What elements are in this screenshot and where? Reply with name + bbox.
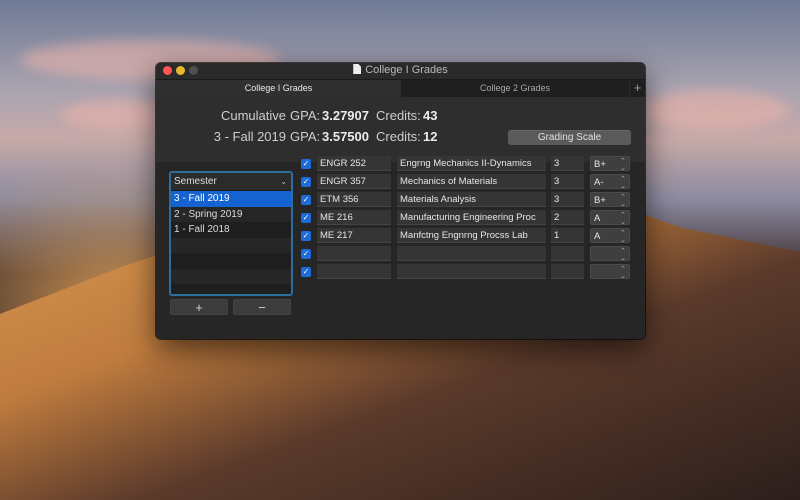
credits-label: Credits:	[376, 108, 421, 123]
course-code-field[interactable]: ME 216	[317, 210, 391, 225]
course-name-field[interactable]: Manufacturing Engineering Proc	[397, 210, 546, 225]
grade-value: A-	[594, 177, 604, 188]
course-checkbox[interactable]: ✓	[301, 212, 311, 223]
semester-label: 3 - Fall 2019	[213, 129, 286, 144]
gpa-label: GPA:	[290, 108, 321, 123]
course-checkbox[interactable]: ✓	[301, 230, 311, 241]
gpa-summary: Cumulative GPA: 3.27907 Credits: 43 3 - …	[156, 97, 645, 162]
document-icon	[353, 64, 362, 74]
empty-row	[171, 253, 291, 269]
title-bar[interactable]: College I Grades	[156, 63, 645, 79]
up-down-chevron-icon: ⌃ ⌄	[620, 176, 626, 190]
grade-select[interactable]: ⌃ ⌄	[590, 246, 630, 262]
credits-field[interactable]	[551, 264, 584, 279]
up-down-chevron-icon: ⌃ ⌄	[620, 248, 626, 262]
add-tab-button[interactable]: +	[629, 80, 645, 98]
course-code-field[interactable]: ENGR 357	[317, 174, 391, 189]
course-name-field[interactable]: Mechanics of Materials	[397, 174, 546, 189]
grade-select[interactable]: A ⌃ ⌄	[590, 228, 630, 244]
up-down-chevron-icon: ⌃ ⌄	[620, 158, 626, 172]
app-window: College I Grades College I Grades Colleg…	[156, 63, 645, 339]
grade-value: B+	[594, 159, 606, 170]
course-name-field[interactable]: Engrng Mechanics II-Dynamics	[397, 156, 546, 171]
tab-bar: College I Grades College 2 Grades +	[156, 79, 645, 98]
course-checkbox[interactable]: ✓	[301, 248, 311, 259]
grade-select[interactable]: B+ ⌃ ⌄	[590, 156, 630, 172]
grading-scale-button[interactable]: Grading Scale	[508, 130, 631, 145]
semester-gpa-value: 3.57500	[322, 129, 369, 144]
add-semester-button[interactable]: +	[170, 299, 228, 315]
up-down-chevron-icon: ⌃ ⌄	[620, 266, 626, 280]
up-down-chevron-icon: ⌃ ⌄	[620, 194, 626, 208]
course-checkbox[interactable]: ✓	[301, 176, 311, 187]
up-down-chevron-icon: ⌃ ⌄	[620, 230, 626, 244]
course-name-field[interactable]: Materials Analysis	[397, 192, 546, 207]
cumulative-label: Cumulative	[220, 108, 286, 123]
course-name-field[interactable]: Manfctng Engnrng Procss Lab	[397, 228, 546, 243]
semester-item[interactable]: 1 - Fall 2018	[171, 222, 291, 238]
grade-value: A	[594, 213, 601, 224]
semester-credits-value: 12	[423, 129, 438, 144]
cumulative-credits-value: 43	[423, 108, 438, 123]
grade-select[interactable]: B+ ⌃ ⌄	[590, 192, 630, 208]
credits-field[interactable]: 3	[551, 192, 584, 207]
empty-row	[171, 268, 291, 284]
course-editor: Semester ⌄ 3 - Fall 2019 2 - Spring 2019…	[156, 156, 645, 339]
wallpaper-cloud	[640, 90, 790, 130]
credits-field[interactable]: 3	[551, 174, 584, 189]
credits-field[interactable]: 1	[551, 228, 584, 243]
course-code-field[interactable]: ETM 356	[317, 192, 391, 207]
tab-college-1[interactable]: College I Grades	[156, 80, 401, 98]
course-checkbox[interactable]: ✓	[301, 158, 311, 169]
gpa-label: GPA:	[290, 129, 321, 144]
course-code-field[interactable]	[317, 246, 391, 261]
semester-item[interactable]: 2 - Spring 2019	[171, 206, 291, 222]
empty-row	[171, 237, 291, 253]
chevron-down-icon: ⌄	[280, 177, 287, 186]
grade-select[interactable]: A- ⌃ ⌄	[590, 174, 630, 190]
grade-select[interactable]: A ⌃ ⌄	[590, 210, 630, 226]
course-code-field[interactable]	[317, 264, 391, 279]
credits-field[interactable]: 2	[551, 210, 584, 225]
grade-value: B+	[594, 195, 606, 206]
course-checkbox[interactable]: ✓	[301, 266, 311, 277]
course-code-field[interactable]: ME 217	[317, 228, 391, 243]
window-title: College I Grades	[156, 64, 645, 76]
up-down-chevron-icon: ⌃ ⌄	[620, 212, 626, 226]
empty-row	[171, 284, 291, 294]
grade-select[interactable]: ⌃ ⌄	[590, 264, 630, 280]
credits-field[interactable]: 3	[551, 156, 584, 171]
course-checkbox[interactable]: ✓	[301, 194, 311, 205]
course-name-field[interactable]	[397, 246, 546, 261]
cumulative-gpa-value: 3.27907	[322, 108, 369, 123]
semester-header-label: Semester	[174, 176, 217, 187]
remove-semester-button[interactable]: −	[233, 299, 291, 315]
semester-item[interactable]: 3 - Fall 2019	[171, 191, 291, 207]
semester-list[interactable]: Semester ⌄ 3 - Fall 2019 2 - Spring 2019…	[169, 171, 293, 296]
semester-column-header[interactable]: Semester ⌄	[171, 173, 291, 191]
course-code-field[interactable]: ENGR 252	[317, 156, 391, 171]
window-title-text: College I Grades	[365, 64, 448, 76]
credits-label: Credits:	[376, 129, 421, 144]
credits-field[interactable]	[551, 246, 584, 261]
course-name-field[interactable]	[397, 264, 546, 279]
grade-value: A	[594, 231, 601, 242]
tab-college-2[interactable]: College 2 Grades	[401, 80, 629, 98]
